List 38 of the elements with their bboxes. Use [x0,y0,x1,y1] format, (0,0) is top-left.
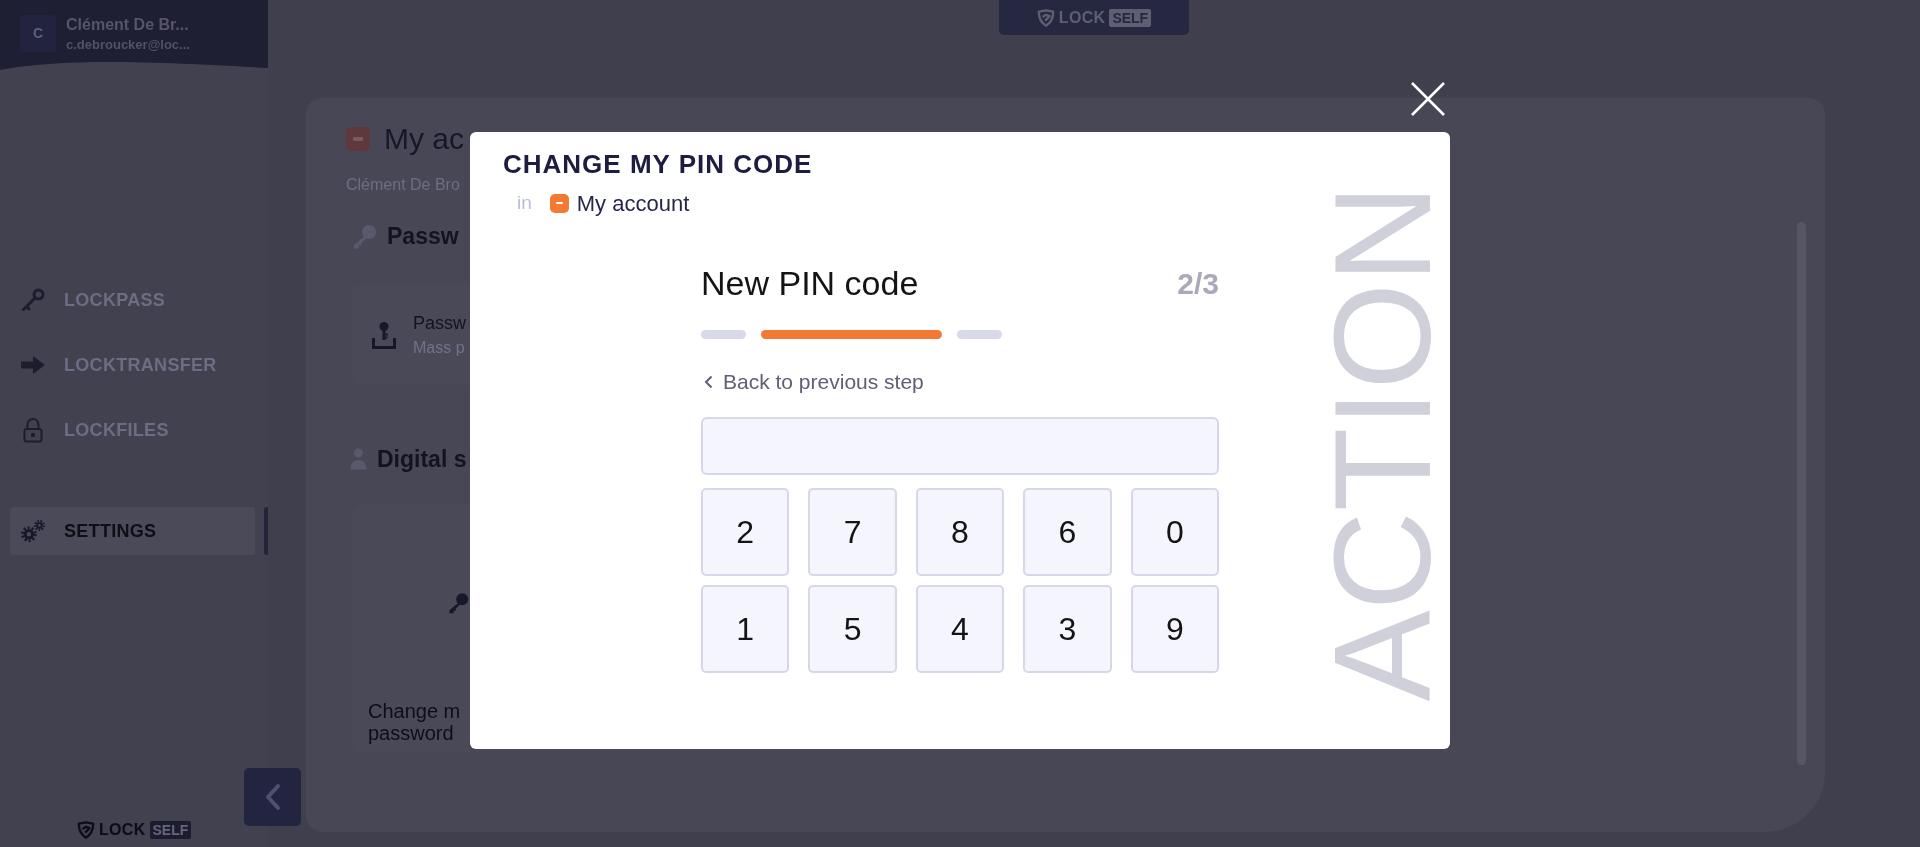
location-name: My account [576,189,690,218]
keypad-key[interactable]: 1 [701,585,790,673]
keypad-key[interactable]: 5 [808,585,897,673]
keypad-key[interactable]: 9 [1130,585,1219,673]
location-prefix: in [517,190,532,215]
user-avatar: C [20,15,56,52]
shield-logo-icon [77,821,95,839]
card-label: Change m password [367,700,462,744]
keypad-key[interactable]: 0 [1130,488,1219,576]
keypad-key[interactable]: 4 [915,585,1005,673]
back-link[interactable]: Back to previous step [701,370,924,394]
logo-wordmark: LOCK [1058,9,1106,26]
dash-tile-icon [346,127,370,151]
close-icon [1411,82,1445,116]
keypad-key[interactable]: 8 [915,488,1005,576]
keypad-key[interactable]: 6 [1023,488,1112,576]
key-icon [20,287,46,313]
logo-tag: SELF [149,821,192,839]
dash-tile-icon [549,193,569,213]
pin-input-field[interactable] [701,417,1219,475]
step-counter: 2/3 [1177,266,1219,302]
keypad-key[interactable]: 7 [808,488,897,576]
arrow-right-icon [20,355,46,375]
keypad-key[interactable]: 3 [1023,585,1112,673]
dialog-title: CHANGE MY PIN CODE [503,149,813,180]
card-title: Passw [413,312,466,334]
keypad-key[interactable]: 2 [701,488,790,576]
padlock-icon [23,417,43,443]
close-button[interactable] [1411,82,1445,116]
settings-icon [20,519,46,543]
key-tray-icon [372,321,396,349]
step-title: New PIN code [701,263,919,304]
logo-wordmark: LOCK [99,822,146,838]
chevron-left-icon [264,783,281,811]
chevron-left-icon [704,375,713,389]
collapse-button[interactable] [244,768,301,826]
logo-tag: SELF [1109,8,1152,27]
shield-logo-icon [1036,8,1055,27]
